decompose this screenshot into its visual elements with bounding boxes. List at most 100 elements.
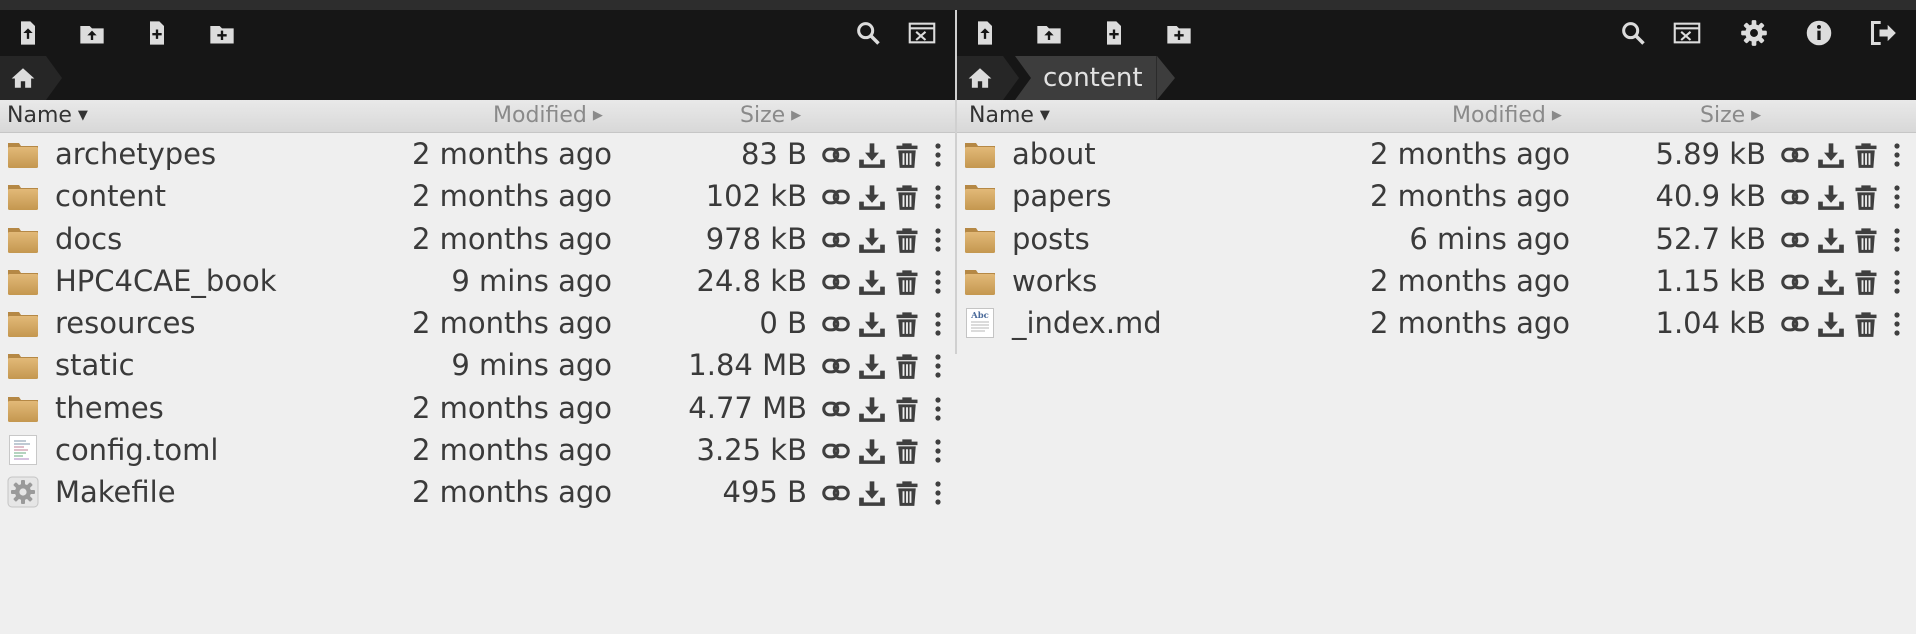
file-name[interactable]: posts (1012, 218, 1090, 260)
file-row[interactable]: docs 2 months ago 978 kB (0, 218, 955, 260)
link-button[interactable] (822, 395, 850, 423)
more-vertical-button[interactable] (933, 226, 943, 254)
more-vertical-button[interactable] (933, 268, 943, 296)
toolbar-button-terminal[interactable] (1671, 17, 1703, 49)
download-button[interactable] (858, 183, 886, 211)
download-button[interactable] (858, 268, 886, 296)
column-header-name[interactable]: Name ▼ (7, 100, 88, 132)
download-button[interactable] (858, 437, 886, 465)
link-button[interactable] (1781, 183, 1809, 211)
download-button[interactable] (858, 310, 886, 338)
file-name[interactable]: themes (55, 387, 164, 429)
download-button[interactable] (858, 395, 886, 423)
trash-button[interactable] (1852, 310, 1880, 338)
file-row[interactable]: resources 2 months ago 0 B (0, 302, 955, 344)
link-button[interactable] (1781, 268, 1809, 296)
file-row[interactable]: archetypes 2 months ago 83 B (0, 133, 955, 175)
more-vertical-button[interactable] (933, 437, 943, 465)
download-button[interactable] (1817, 141, 1845, 169)
more-vertical-button[interactable] (933, 352, 943, 380)
toolbar-button-upload-file[interactable] (969, 17, 1001, 49)
column-header-modified[interactable]: Modified ▶ (493, 100, 603, 132)
download-button[interactable] (858, 479, 886, 507)
download-button[interactable] (1817, 310, 1845, 338)
toolbar-button-upload-folder[interactable] (76, 17, 108, 49)
breadcrumb-home[interactable] (0, 56, 46, 100)
file-name[interactable]: papers (1012, 175, 1111, 217)
file-name[interactable]: Makefile (55, 471, 176, 513)
file-row[interactable]: works 2 months ago 1.15 kB (957, 260, 1916, 302)
file-row[interactable]: posts 6 mins ago 52.7 kB (957, 218, 1916, 260)
file-row[interactable]: papers 2 months ago 40.9 kB (957, 175, 1916, 217)
file-name[interactable]: docs (55, 218, 122, 260)
download-button[interactable] (858, 141, 886, 169)
toolbar-button-upload-file[interactable] (12, 17, 44, 49)
trash-button[interactable] (1852, 226, 1880, 254)
link-button[interactable] (822, 479, 850, 507)
toolbar-button-search[interactable] (852, 17, 884, 49)
file-row[interactable]: Abc _index.md 2 months ago 1.04 kB (957, 302, 1916, 344)
download-button[interactable] (858, 352, 886, 380)
trash-button[interactable] (893, 352, 921, 380)
toolbar-button-logout[interactable] (1867, 17, 1899, 49)
trash-button[interactable] (893, 479, 921, 507)
column-header-size[interactable]: Size ▶ (740, 100, 801, 132)
breadcrumb-segment[interactable]: content (1015, 56, 1175, 100)
more-vertical-button[interactable] (933, 310, 943, 338)
more-vertical-button[interactable] (1892, 141, 1902, 169)
link-button[interactable] (1781, 226, 1809, 254)
more-vertical-button[interactable] (1892, 268, 1902, 296)
more-vertical-button[interactable] (1892, 226, 1902, 254)
link-button[interactable] (822, 437, 850, 465)
column-header-modified[interactable]: Modified ▶ (1452, 100, 1562, 132)
more-vertical-button[interactable] (933, 141, 943, 169)
trash-button[interactable] (893, 395, 921, 423)
link-button[interactable] (822, 141, 850, 169)
file-name[interactable]: resources (55, 302, 196, 344)
download-button[interactable] (858, 226, 886, 254)
file-row[interactable]: themes 2 months ago 4.77 MB (0, 387, 955, 429)
trash-button[interactable] (1852, 141, 1880, 169)
more-vertical-button[interactable] (933, 479, 943, 507)
link-button[interactable] (822, 310, 850, 338)
link-button[interactable] (1781, 310, 1809, 338)
file-row[interactable]: static 9 mins ago 1.84 MB (0, 344, 955, 386)
download-button[interactable] (1817, 226, 1845, 254)
file-name[interactable]: archetypes (55, 133, 216, 175)
toolbar-button-terminal[interactable] (906, 17, 938, 49)
file-name[interactable]: static (55, 344, 135, 386)
more-vertical-button[interactable] (933, 183, 943, 211)
trash-button[interactable] (893, 310, 921, 338)
link-button[interactable] (1781, 141, 1809, 169)
file-name[interactable]: HPC4CAE_book (55, 260, 277, 302)
file-name[interactable]: _index.md (1012, 302, 1162, 344)
download-button[interactable] (1817, 268, 1845, 296)
column-header-name[interactable]: Name ▼ (969, 100, 1050, 132)
more-vertical-button[interactable] (1892, 310, 1902, 338)
file-name[interactable]: config.toml (55, 429, 218, 471)
toolbar-button-new-file[interactable] (141, 17, 173, 49)
toolbar-button-info[interactable] (1803, 17, 1835, 49)
toolbar-button-new-folder[interactable] (1163, 17, 1195, 49)
more-vertical-button[interactable] (933, 395, 943, 423)
file-row[interactable]: HPC4CAE_book 9 mins ago 24.8 kB (0, 260, 955, 302)
file-row[interactable]: config.toml 2 months ago 3.25 kB (0, 429, 955, 471)
link-button[interactable] (822, 352, 850, 380)
link-button[interactable] (822, 268, 850, 296)
file-row[interactable]: content 2 months ago 102 kB (0, 175, 955, 217)
breadcrumb-home[interactable] (957, 56, 1003, 100)
toolbar-button-upload-folder[interactable] (1033, 17, 1065, 49)
trash-button[interactable] (893, 183, 921, 211)
file-row[interactable]: about 2 months ago 5.89 kB (957, 133, 1916, 175)
toolbar-button-settings[interactable] (1738, 17, 1770, 49)
toolbar-button-new-file[interactable] (1098, 17, 1130, 49)
trash-button[interactable] (1852, 183, 1880, 211)
file-name[interactable]: content (55, 175, 166, 217)
download-button[interactable] (1817, 183, 1845, 211)
trash-button[interactable] (893, 437, 921, 465)
file-name[interactable]: works (1012, 260, 1097, 302)
trash-button[interactable] (893, 141, 921, 169)
trash-button[interactable] (893, 268, 921, 296)
toolbar-button-new-folder[interactable] (206, 17, 238, 49)
file-name[interactable]: about (1012, 133, 1096, 175)
